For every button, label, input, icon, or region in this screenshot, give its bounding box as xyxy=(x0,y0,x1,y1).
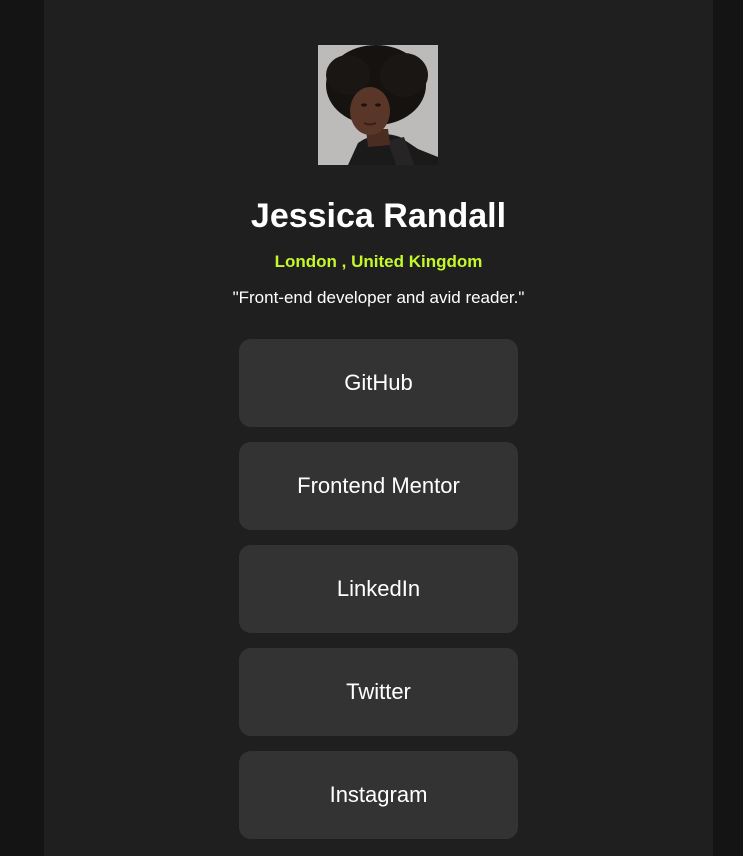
profile-location: London , United Kingdom xyxy=(274,252,483,271)
avatar xyxy=(318,45,438,165)
profile-name: Jessica Randall xyxy=(250,197,507,235)
instagram-link-button[interactable]: Instagram xyxy=(239,751,518,839)
profile-card: Jessica Randall London , United Kingdom … xyxy=(44,0,713,856)
social-links: GitHub Frontend Mentor LinkedIn Twitter … xyxy=(239,339,518,854)
linkedin-link-button[interactable]: LinkedIn xyxy=(239,545,518,633)
profile-bio: "Front-end developer and avid reader." xyxy=(232,288,525,307)
frontend-mentor-link-button[interactable]: Frontend Mentor xyxy=(239,442,518,530)
twitter-link-button[interactable]: Twitter xyxy=(239,648,518,736)
avatar-image xyxy=(318,45,438,165)
github-link-button[interactable]: GitHub xyxy=(239,339,518,427)
